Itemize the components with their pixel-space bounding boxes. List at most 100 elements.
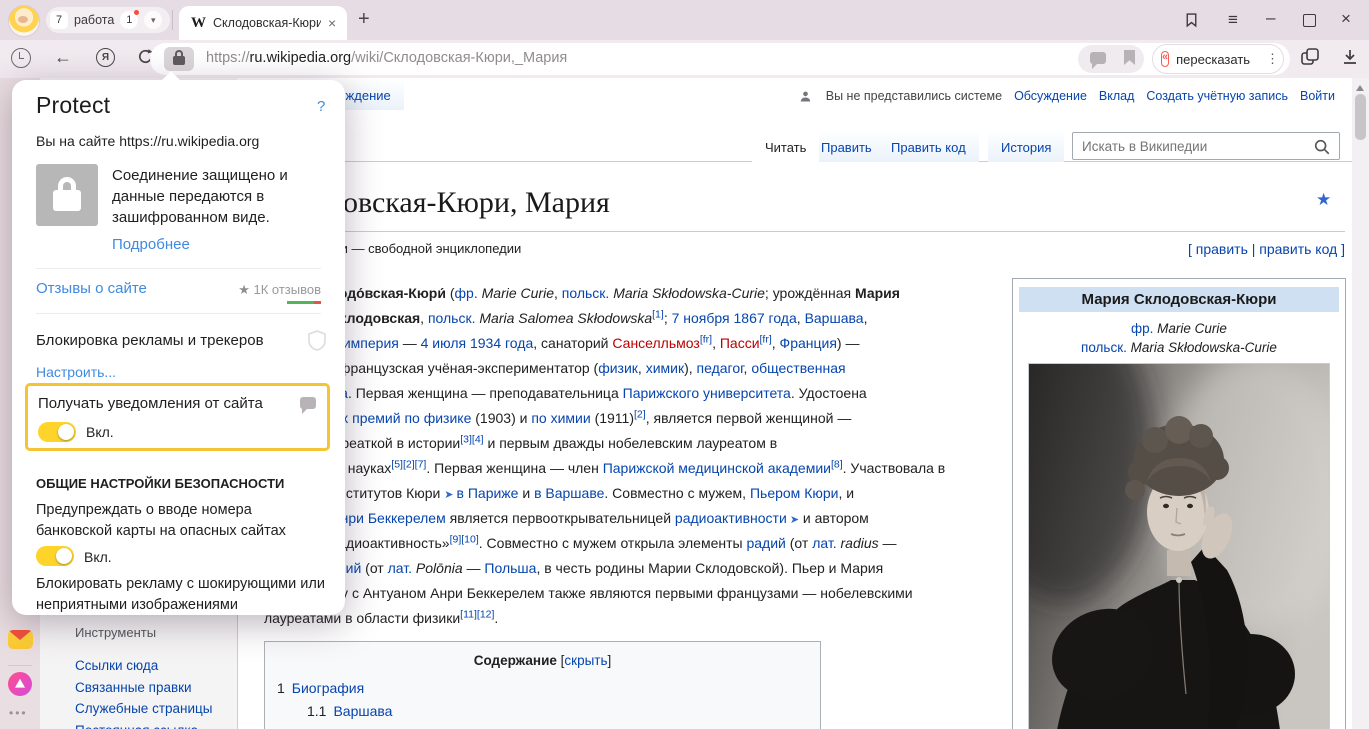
wiki-link[interactable]: польск. <box>428 310 476 326</box>
url-text[interactable]: https://ru.wikipedia.org/wiki/Склодовска… <box>206 50 567 66</box>
sidebar-tools-link[interactable]: Служебные страницы <box>75 701 212 716</box>
wiki-link[interactable]: польск. <box>562 285 610 301</box>
close-window-icon[interactable]: × <box>1341 9 1351 29</box>
tab-group[interactable]: 7 работа 1 ▾ <box>46 7 170 33</box>
ref-link[interactable]: [3] <box>460 433 472 445</box>
text: ( <box>446 285 455 301</box>
yandex-home-icon[interactable]: Я <box>96 48 115 67</box>
ref-link[interactable]: [fr] <box>700 333 712 345</box>
ref-link[interactable]: [1] <box>652 308 664 320</box>
ref-link[interactable]: [8] <box>831 458 843 470</box>
retell-more-icon[interactable]: ⋮ <box>1266 51 1279 67</box>
wiki-link[interactable]: Парижской медицинской академии <box>603 460 831 476</box>
wiki-link[interactable]: Парижского университета <box>623 385 791 401</box>
wiki-link[interactable]: физик <box>598 360 638 376</box>
ref-link[interactable]: [10] <box>461 533 479 545</box>
scrollbar[interactable] <box>1352 78 1369 729</box>
wiki-link[interactable]: лат. <box>388 560 412 576</box>
wiki-search-input[interactable]: Искать в Википедии <box>1072 132 1340 160</box>
wiki-link[interactable]: 7 ноября <box>672 310 730 326</box>
mail-icon[interactable] <box>8 630 33 649</box>
lock-icon[interactable] <box>164 47 194 71</box>
details-link[interactable]: Подробнее <box>112 236 190 253</box>
minimize-icon[interactable]: – <box>1266 8 1275 28</box>
wiki-link[interactable]: фр. <box>455 285 478 301</box>
section-edit-links[interactable]: [ править | править код ] <box>1045 241 1345 257</box>
scrollbar-thumb[interactable] <box>1355 94 1366 140</box>
wiki-link[interactable]: 1934 года <box>470 335 533 351</box>
wiki-link[interactable]: 1867 года <box>734 310 797 326</box>
downloads-icon[interactable] <box>1340 47 1360 72</box>
ref-link[interactable]: [2] <box>634 408 646 420</box>
retell-button[interactable]: « пересказать ⋮ <box>1152 44 1284 74</box>
pl-label-link[interactable]: польск. <box>1081 340 1127 355</box>
ref-link[interactable]: [11] <box>460 608 477 620</box>
wiki-link[interactable]: Варшава <box>805 310 864 326</box>
personal-bar-item[interactable]: Создать учётную запись <box>1146 89 1288 103</box>
watchlist-star-icon[interactable]: ★ <box>1316 190 1331 210</box>
search-icon[interactable] <box>1313 138 1331 161</box>
wiki-link[interactable]: в Варшаве <box>534 485 604 501</box>
scrollbar-up-arrow[interactable] <box>1356 81 1364 91</box>
browser-tab-active[interactable]: W Склодовская-Кюри, Ма × <box>179 6 347 40</box>
wiki-link[interactable]: общественная <box>751 360 845 376</box>
extensions-icon[interactable] <box>1300 47 1320 72</box>
reviews-count[interactable]: ★ 1К отзывов <box>12 282 321 298</box>
wiki-link[interactable]: Франция <box>780 335 837 351</box>
sidebar-tools-link[interactable]: Ссылки сюда <box>75 658 158 673</box>
card-warning-toggle[interactable] <box>36 546 74 566</box>
wiki-tab-active[interactable]: Читать <box>752 130 819 163</box>
personal-bar-item[interactable]: Обсуждение <box>1014 89 1087 103</box>
ref-link[interactable]: [2] <box>403 458 415 470</box>
comments-icon[interactable] <box>1090 52 1106 64</box>
toc-hide-link[interactable]: скрыть <box>564 653 607 668</box>
personal-bar-item[interactable]: Вклад <box>1099 89 1135 103</box>
alice-assistant-icon[interactable] <box>8 672 32 696</box>
personal-bar-item[interactable]: Войти <box>1300 89 1335 103</box>
toc-link[interactable]: Варшава <box>333 703 392 719</box>
wiki-redlink[interactable]: Пасси <box>720 335 760 351</box>
ref-link[interactable]: [7] <box>415 458 427 470</box>
ref-link[interactable]: [9] <box>450 533 462 545</box>
history-clock-icon[interactable] <box>11 48 31 68</box>
pl-name: Maria Skłodowska-Curie <box>1131 340 1277 355</box>
ref-link[interactable]: [5] <box>391 458 403 470</box>
bookmarks-panel-icon[interactable] <box>1183 11 1200 34</box>
wiki-tab-action[interactable]: Править код <box>878 130 979 162</box>
ref-link[interactable]: [fr] <box>760 333 772 345</box>
wiki-tab-action[interactable]: История <box>988 130 1064 162</box>
chevron-down-icon[interactable]: ▾ <box>144 11 162 29</box>
toc-link[interactable]: Биография <box>292 680 364 696</box>
goto-arrow-icon[interactable]: ➤ <box>444 489 456 501</box>
sidebar-tools-link[interactable]: Постоянная ссылка <box>75 723 198 729</box>
back-icon[interactable]: ← <box>54 47 72 68</box>
wiki-link[interactable]: радиоактивности <box>675 510 787 526</box>
wiki-link[interactable]: в Париже <box>457 485 519 501</box>
ref-link[interactable]: [4] <box>472 433 484 445</box>
menu-icon[interactable]: ≡ <box>1228 10 1238 30</box>
wiki-link[interactable]: педагог <box>697 360 744 376</box>
more-icon[interactable]: ••• <box>9 706 28 720</box>
sidebar-tools-link[interactable]: Связанные правки <box>75 680 192 695</box>
portrait-photo[interactable] <box>1028 363 1330 729</box>
notifications-toggle[interactable] <box>38 422 76 442</box>
wiki-link[interactable]: лат. <box>812 535 836 551</box>
ref-link[interactable]: [12] <box>477 608 495 620</box>
personal-bar-item[interactable]: Вы не представились системе <box>826 89 1002 103</box>
fr-label-link[interactable]: фр. <box>1131 321 1153 336</box>
maximize-icon[interactable] <box>1303 14 1316 27</box>
goto-arrow-icon[interactable]: ➤ <box>787 514 799 526</box>
wiki-link[interactable]: по химии <box>531 410 590 426</box>
help-link[interactable]: ? <box>317 98 325 115</box>
tab-close-icon[interactable]: × <box>328 16 336 30</box>
wiki-link[interactable]: Пьером Кюри <box>750 485 839 501</box>
wiki-link[interactable]: Польша <box>484 560 536 576</box>
wiki-link[interactable]: химик <box>646 360 684 376</box>
wiki-redlink[interactable]: Санселльмоз <box>612 335 699 351</box>
profile-avatar[interactable] <box>8 5 40 37</box>
configure-link[interactable]: Настроить... <box>36 364 116 380</box>
wiki-link[interactable]: 4 июля <box>421 335 466 351</box>
new-tab-button[interactable]: + <box>358 8 370 31</box>
wiki-link[interactable]: радий <box>746 535 785 551</box>
wiki-tab-action[interactable]: Править <box>808 130 885 162</box>
